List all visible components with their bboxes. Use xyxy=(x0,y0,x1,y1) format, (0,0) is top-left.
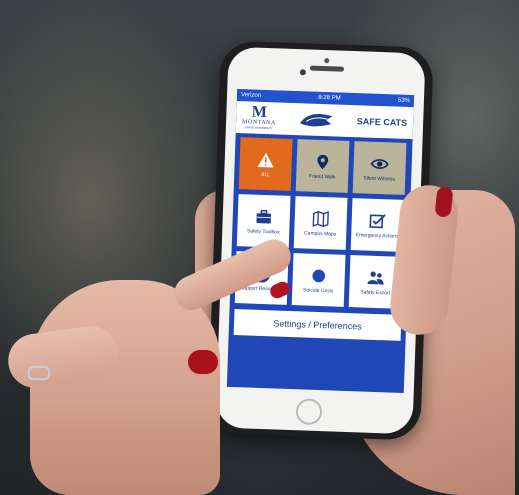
tile-label: Safety Escort xyxy=(360,288,391,296)
tile-campus-maps[interactable]: Campus Maps xyxy=(293,196,348,250)
front-camera xyxy=(299,69,306,76)
toolbox-icon xyxy=(256,209,272,224)
checkbox-icon xyxy=(369,213,386,228)
battery-label: 53% xyxy=(397,97,411,105)
tile-silent-witness[interactable]: Silent Witness xyxy=(352,141,407,195)
tile-friend-walk[interactable]: Friend Walk xyxy=(295,139,350,193)
logo-sub: STATE UNIVERSITY xyxy=(244,125,273,131)
tile-label: Emergency Actions xyxy=(355,231,399,240)
menu-grid: 911 Friend Walk Silent Witness Safety To… xyxy=(230,133,413,309)
status-time: 8:28 PM xyxy=(318,94,341,102)
front-sensor xyxy=(324,58,330,64)
photo-scene: Verizon 8:28 PM 53% M MONTANA STATE UNIV… xyxy=(0,0,519,495)
app-title: SAFE CATS xyxy=(356,116,408,128)
eye-icon xyxy=(370,158,389,169)
warning-icon xyxy=(257,152,274,168)
bobcat-logo-icon xyxy=(300,113,333,127)
tile-label: Suicide Crisis xyxy=(303,286,334,294)
home-button[interactable] xyxy=(295,398,323,426)
tile-label: Friend Walk xyxy=(308,173,336,180)
circle-icon xyxy=(312,269,326,282)
carrier-label: Verizon xyxy=(240,92,262,99)
university-logo: M MONTANA STATE UNIVERSITY xyxy=(242,103,277,131)
phone-front: Verizon 8:28 PM 53% M MONTANA STATE UNIV… xyxy=(215,46,426,435)
phone-screen: Verizon 8:28 PM 53% M MONTANA STATE UNIV… xyxy=(226,89,415,393)
tile-label: Safety Toolbox xyxy=(246,227,280,236)
middle-finger-nail xyxy=(188,350,218,374)
tile-suicide-crisis[interactable]: Suicide Crisis xyxy=(291,253,346,307)
ring xyxy=(28,366,50,380)
tile-label: Campus Maps xyxy=(304,229,337,238)
map-icon xyxy=(312,210,329,227)
map-pin-icon xyxy=(317,154,329,169)
logo-letter: M xyxy=(251,103,268,122)
people-icon xyxy=(367,271,384,285)
tile-label: 911 xyxy=(261,171,270,178)
tile-safety-toolbox[interactable]: Safety Toolbox xyxy=(236,194,291,248)
earpiece-speaker xyxy=(309,65,345,72)
tile-911[interactable]: 911 xyxy=(238,137,293,191)
preferences-button[interactable]: Settings / Preferences xyxy=(233,309,402,341)
left-hand xyxy=(30,280,220,495)
tile-label: Silent Witness xyxy=(363,174,396,183)
